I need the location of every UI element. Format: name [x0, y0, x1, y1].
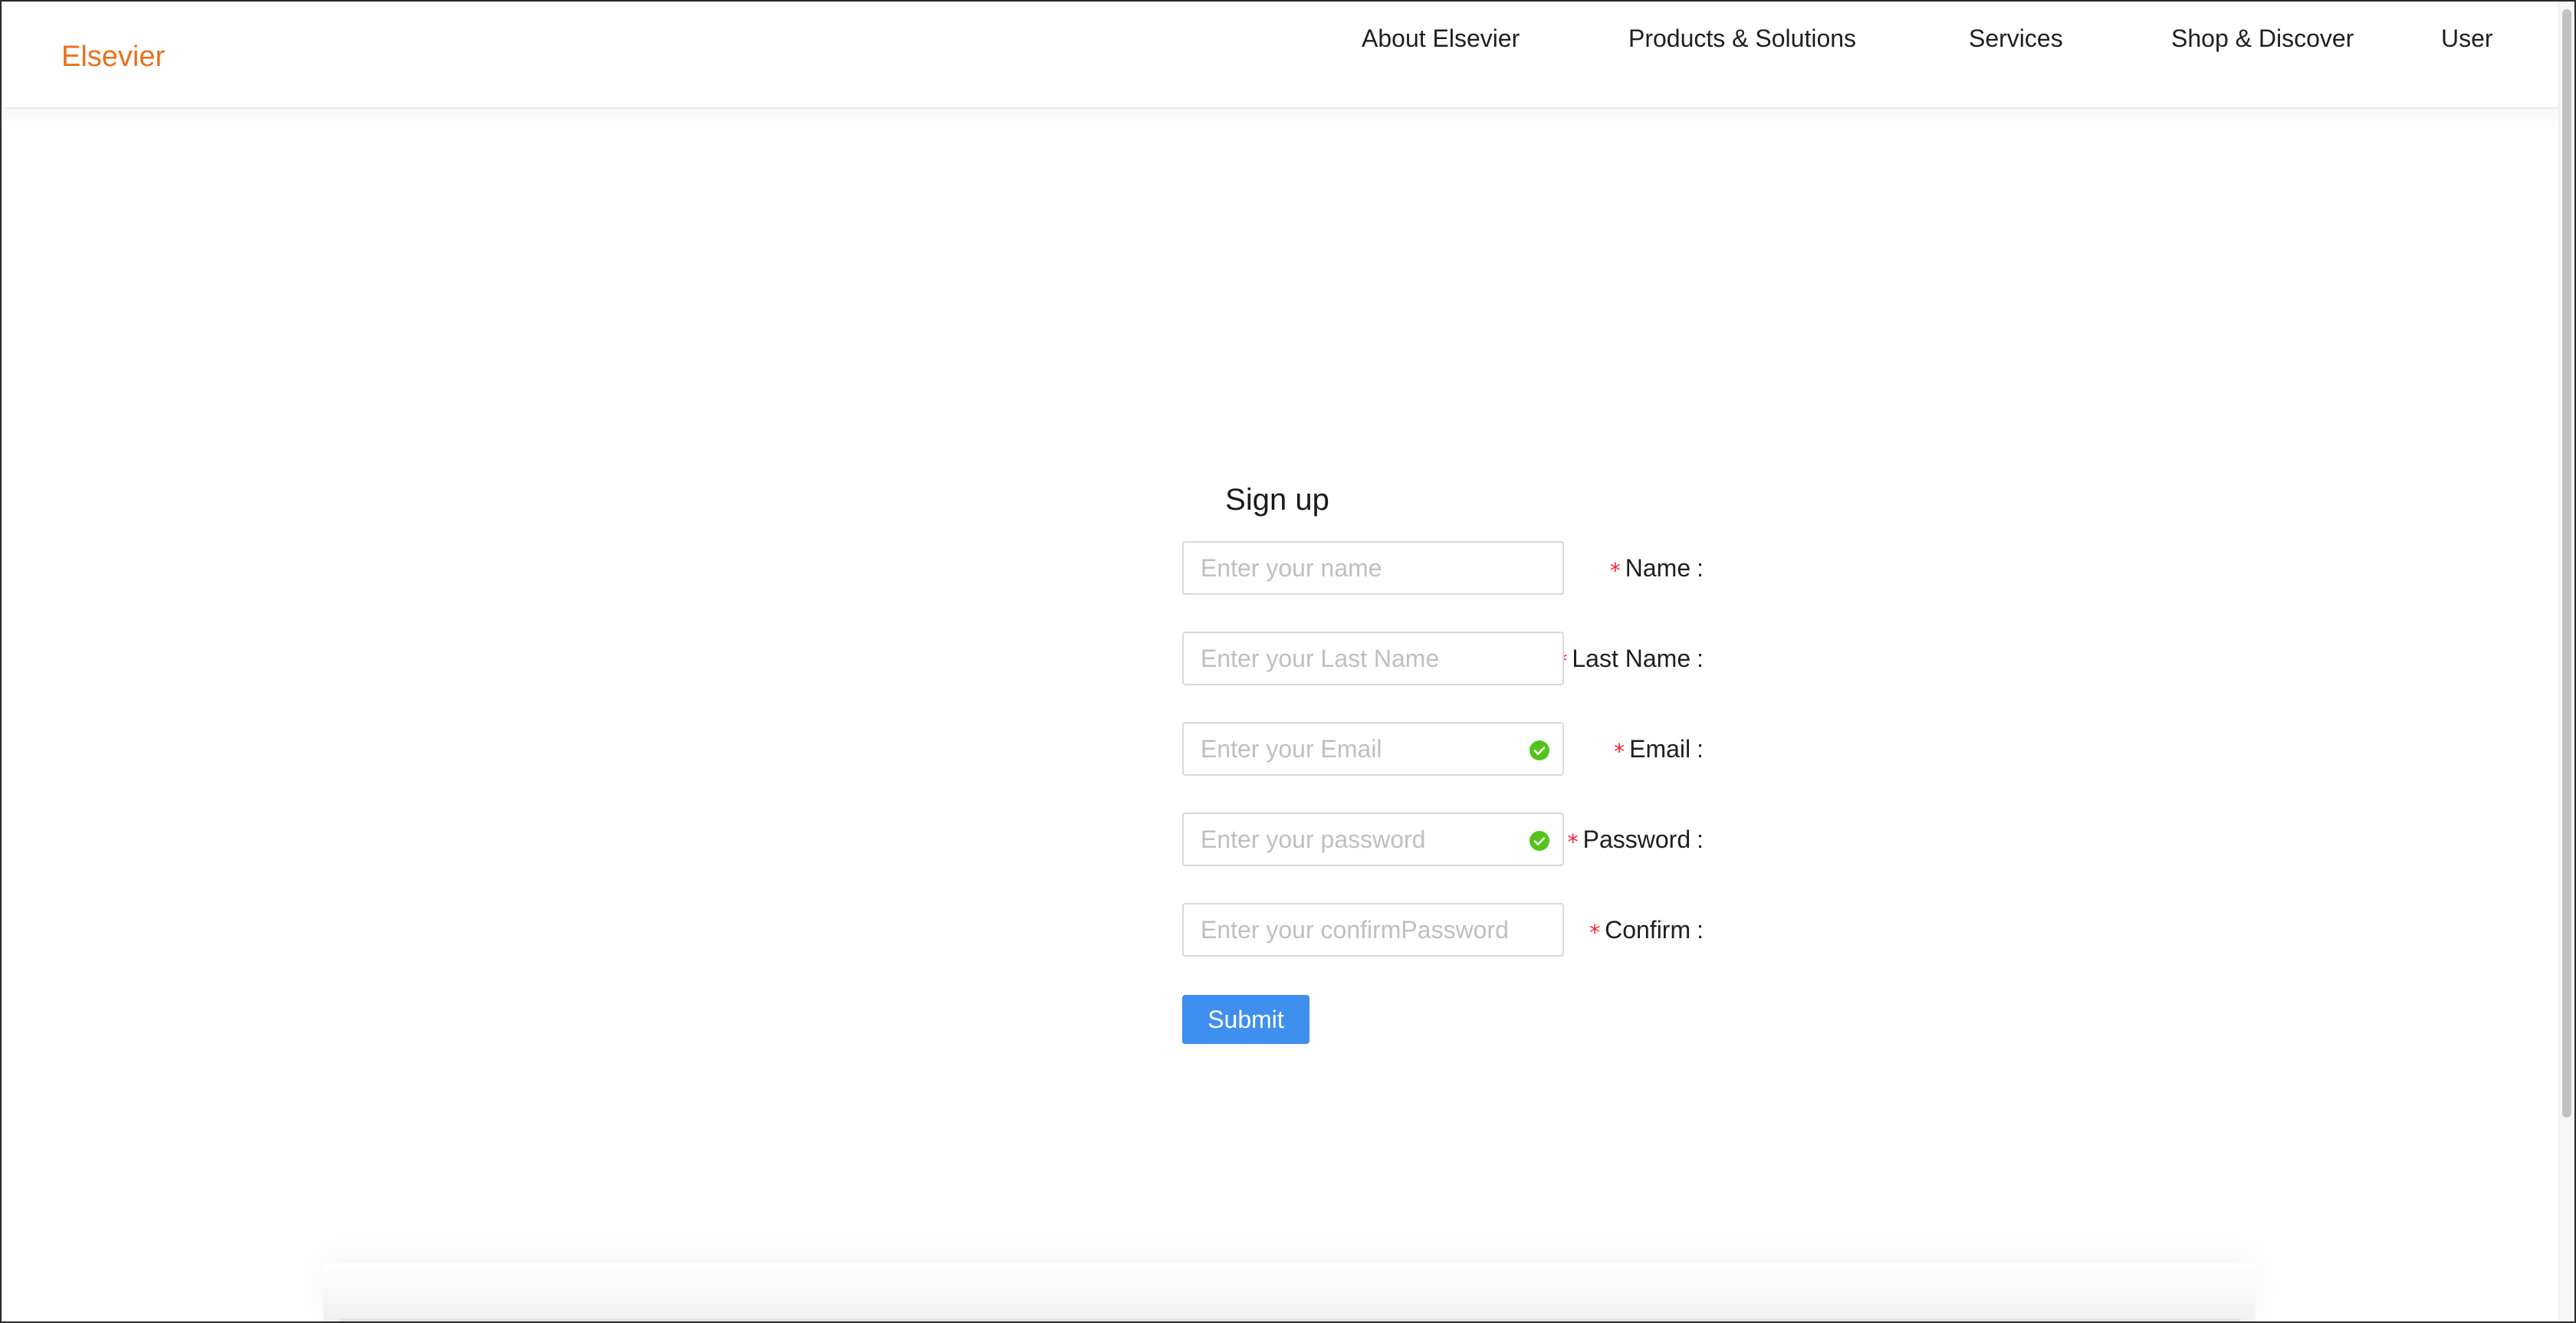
nav-shop-discover[interactable]: Shop & Discover — [2171, 21, 2354, 55]
password-input[interactable] — [1184, 814, 1562, 865]
label-colon: : — [1697, 553, 1704, 582]
confirm-input-wrapper — [1182, 903, 1564, 957]
footer-edge — [339, 1318, 2240, 1321]
label-colon: : — [1697, 734, 1704, 763]
nav-services[interactable]: Services — [1969, 21, 2063, 55]
name-input-wrapper — [1182, 541, 1564, 595]
required-marker: * — [1609, 557, 1621, 583]
signup-title: Sign up — [1225, 483, 1329, 517]
required-marker: * — [1567, 829, 1579, 855]
scrollbar-thumb[interactable] — [2562, 9, 2571, 1118]
name-label-text: Name — [1625, 553, 1691, 582]
last-name-label-text: Last Name — [1572, 644, 1691, 672]
confirm-password-input[interactable] — [1184, 904, 1562, 955]
form-row-password: * Password: — [922, 813, 1704, 866]
label-colon: : — [1697, 644, 1704, 672]
form-row-email: * Email: — [922, 722, 1704, 776]
required-marker: * — [1589, 919, 1601, 945]
required-marker: * — [1614, 738, 1625, 764]
nav-about-elsevier[interactable]: About Elsevier — [1362, 21, 1520, 55]
password-label-text: Password — [1582, 825, 1691, 853]
scrollbar-track[interactable] — [2558, 2, 2574, 1321]
top-navbar: Elsevier About Elsevier Products & Solut… — [2, 2, 2562, 109]
page: Elsevier About Elsevier Products & Solut… — [0, 0, 2576, 1323]
last-name-input-wrapper — [1182, 632, 1564, 685]
email-label-text: Email — [1629, 734, 1691, 763]
submit-button[interactable]: Submit — [1182, 995, 1309, 1044]
nav-user[interactable]: User — [2441, 21, 2493, 55]
check-circle-icon — [1530, 740, 1549, 760]
check-circle-icon — [1530, 831, 1549, 851]
nav-products-solutions[interactable]: Products & Solutions — [1628, 21, 1856, 55]
email-input-wrapper — [1182, 722, 1564, 776]
elsevier-logo[interactable]: Elsevier — [61, 38, 165, 75]
footer-shadow — [324, 1263, 2256, 1321]
name-input[interactable] — [1184, 543, 1562, 593]
email-input[interactable] — [1184, 724, 1562, 774]
password-input-wrapper — [1182, 813, 1564, 866]
form-row-last-name: * Last Name: — [922, 632, 1704, 685]
form-row-confirm: * Confirm: — [922, 903, 1704, 957]
form-row-name: * Name: — [922, 541, 1704, 595]
last-name-input[interactable] — [1184, 633, 1562, 684]
confirm-label-text: Confirm — [1605, 915, 1691, 944]
label-colon: : — [1697, 915, 1704, 944]
label-colon: : — [1697, 825, 1704, 853]
